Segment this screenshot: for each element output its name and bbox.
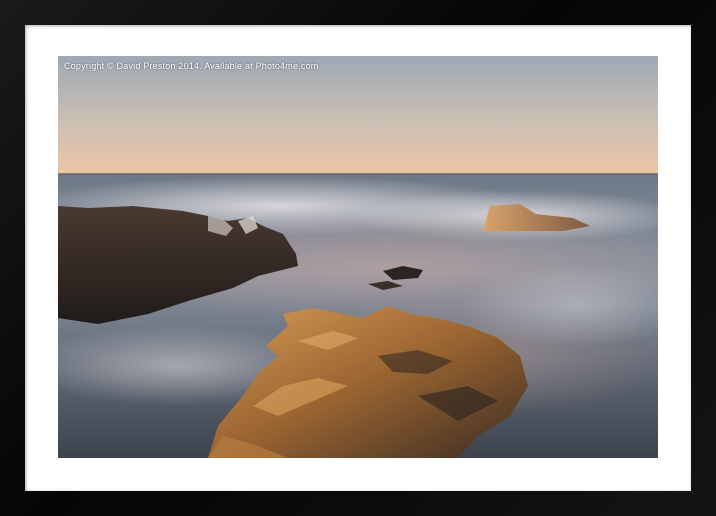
copyright-watermark: Copyright © David Preston 2014. Availabl… — [64, 61, 319, 71]
seascape-photo — [58, 56, 658, 458]
sky — [58, 56, 658, 174]
